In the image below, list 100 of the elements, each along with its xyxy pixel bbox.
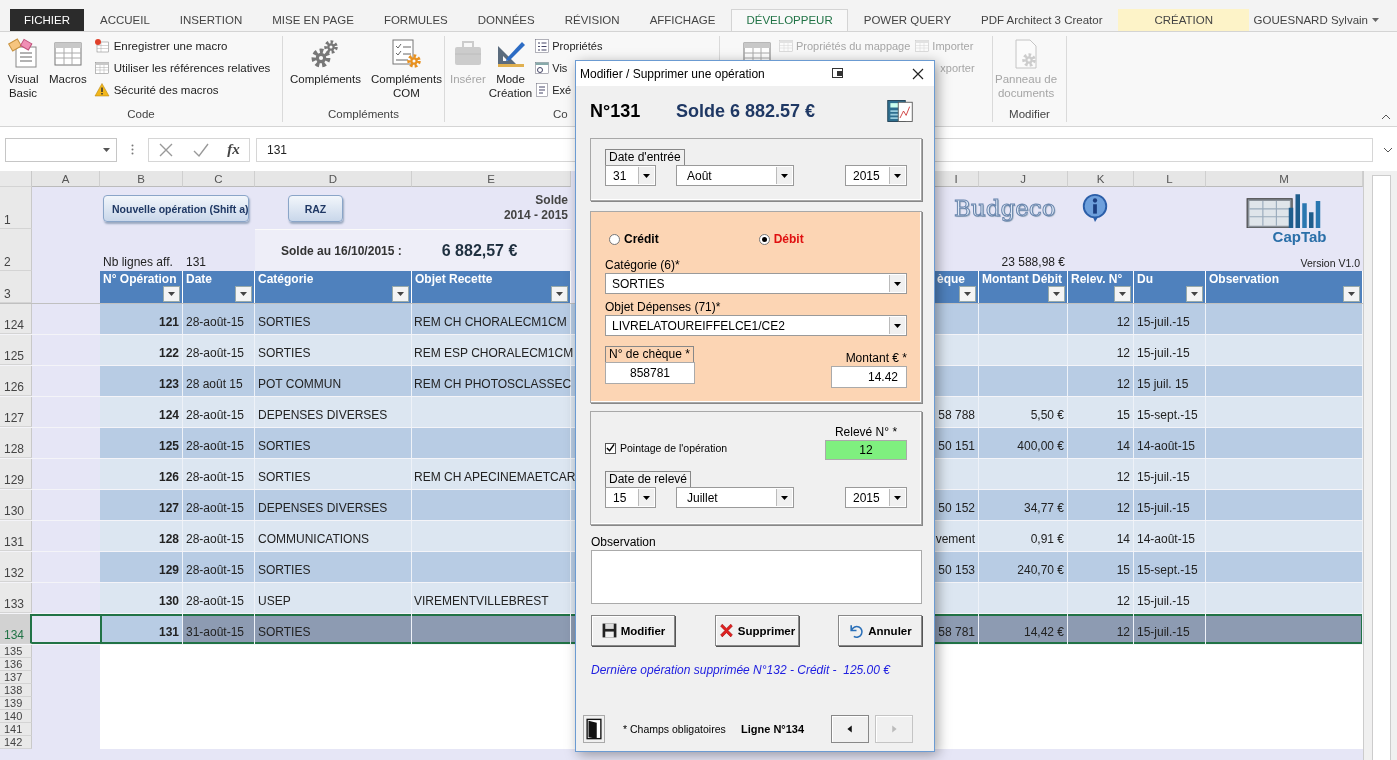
table-cell: 123 [100,366,183,396]
table-cell: 58 788 [938,408,975,422]
table-cell: 15-juil.-15 [1134,304,1206,334]
table-cell: 28-août-15 [183,304,255,334]
column-heading: Montant Débit [979,271,1068,303]
table-cell: 127 [100,490,183,520]
table-cell: 50 153 [938,563,975,577]
table-cell: 28-août-15 [183,459,255,489]
table-cell: REM CH PHOTOSCLASSEC [414,377,572,391]
table-cell: SORTIES [255,335,412,365]
balance-value: 6 882,57 € [441,241,518,260]
table-cell: 12 [1068,614,1134,644]
table-cell: 50 152 [938,501,975,515]
table-cell: 12 [1068,335,1134,365]
table-cell: SORTIES [255,614,412,644]
app-logo: Budgeco [954,195,1056,221]
table-cell-text: 131 [185,254,208,271]
table-cell: 28-août-15 [183,583,255,613]
field-label: Observation [591,535,657,550]
table-cell: SORTIES [255,459,412,489]
field-label: Date de relevé [605,471,692,487]
table-cell: 12 [1068,304,1134,334]
table-cell: vement [935,532,975,546]
version-label: Version V1.0 [1299,257,1360,269]
table-cell: 121 [100,304,183,334]
group-label: Modifier [1008,108,1051,122]
table-cell: 124 [100,397,183,427]
table-cell: 12 [1068,490,1134,520]
table-cell: 15-juil.-15 [1134,459,1206,489]
table-cell: 28-août-15 [183,552,255,582]
table-cell: 50 151 [938,439,975,453]
table-cell: 125 [100,428,183,458]
table-cell: 28-août-15 [183,521,255,551]
balance-title: Solde [535,193,568,208]
table-cell: DEPENSES DIVERSES [255,397,412,427]
dialog-title: Modifier / Supprimer une opération [580,66,766,81]
table-cell: 12 [1068,459,1134,489]
table-cell: 15-juil.-15 [1134,335,1206,365]
table-cell: 129 [100,552,183,582]
table-cell: 130 [100,583,183,613]
table-cell: REM CH CHORALECM1CM [414,315,567,329]
table-cell: 12 [1068,366,1134,396]
column-heading: Date [183,271,255,303]
column-heading: èque [934,271,979,303]
table-cell: USEP [255,583,412,613]
required-note: * Champs obligatoires [623,723,727,735]
table-cell: SORTIES [255,552,412,582]
table-cell-text: Nb lignes aff. [102,254,174,271]
balance-label: Solde au 16/10/2015 : [281,243,402,258]
group-label: Co [553,108,568,122]
table-cell: 34,77 € [1023,501,1064,515]
table-cell: 28-août-15 [183,335,255,365]
table-cell-text: 23 588,98 € [1000,254,1066,271]
column-heading: Relev. N° [1068,271,1134,303]
table-cell: 14-août-15 [1134,521,1206,551]
table-cell: 400,00 € [1017,439,1064,453]
table-cell: 122 [100,335,183,365]
table-cell: 28 août 15 [183,366,255,396]
table-cell: POT COMMUN [255,366,412,396]
table-cell: 15 juil. 15 [1134,366,1206,396]
balance-heading: Solde 6 882.57 € [676,100,817,122]
table-cell: 14-août-15 [1134,428,1206,458]
status-message: Dernière opération supprimée N°132 - Crédit - 125.00 € [591,663,892,677]
table-cell: 126 [100,459,183,489]
table-cell: SORTIES [255,428,412,458]
table-cell: 0,91 € [1030,532,1064,546]
field-label: Montant € * [845,350,907,366]
table-cell: 15-juil.-15 [1134,490,1206,520]
group-label: Compléments [327,108,400,122]
table-cell: 14,42 € [1023,625,1064,639]
table-cell: 15-juil.-15 [1134,614,1206,644]
table-cell: 15-juil.-15 [1134,583,1206,613]
table-cell: 5,50 € [1030,408,1064,422]
table-cell: COMMUNICATIONS [255,521,412,551]
line-label: Ligne N°134 [741,723,806,735]
column-heading: Objet Recette [412,271,571,303]
table-cell: 14 [1068,521,1134,551]
field-label: N° de chèque * [605,346,694,362]
table-cell: 12 [1068,583,1134,613]
column-heading: Observation [1206,271,1363,303]
table-cell: 58 781 [938,625,975,639]
table-cell: 28-août-15 [183,428,255,458]
balance-title: 2014 - 2015 [503,208,568,223]
table-cell: 15 [1068,552,1134,582]
table-cell: DEPENSES DIVERSES [255,490,412,520]
table-cell: 15 [1068,397,1134,427]
table-cell: 131 [100,614,183,644]
table-cell: REM ESP CHORALECM1CM [414,346,574,360]
group-label: Code [126,108,156,122]
table-cell: 15-sept.-15 [1134,397,1206,427]
operation-number: N°131 [590,100,642,122]
column-heading: N° Opération [100,271,183,303]
table-cell: 31-août-15 [183,614,255,644]
brand-name: CapTab [1271,229,1328,245]
table-cell: REM CH APECINEMAETCAR [414,470,576,484]
field-label: Date d'entrée [605,149,685,165]
table-cell: VIREMENTVILLEBREST [414,594,549,608]
table-cell: 28-août-15 [183,490,255,520]
column-heading: Du [1134,271,1206,303]
field-label: Catégorie (6)* [605,258,681,273]
